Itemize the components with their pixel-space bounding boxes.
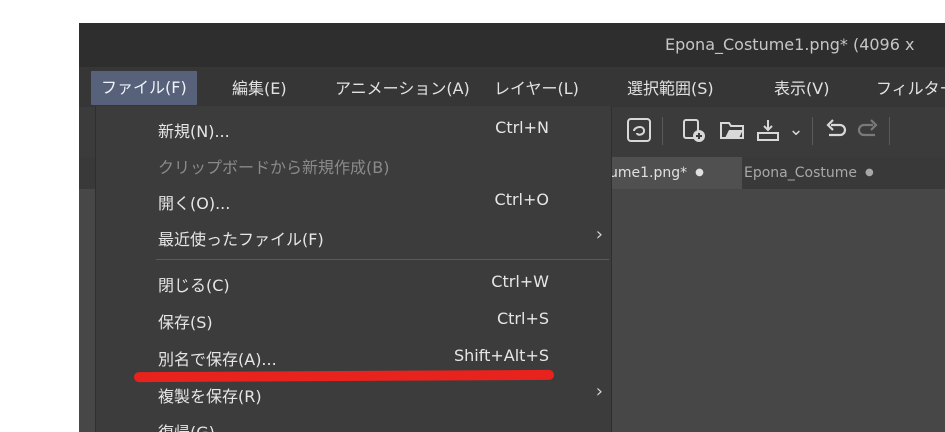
tab-label: ume1.png* xyxy=(609,165,688,181)
toolbar-divider xyxy=(889,117,890,145)
export-icon[interactable] xyxy=(755,117,781,143)
toolbar-divider xyxy=(662,117,663,145)
menu-item-label: クリップボードから新規作成(B) xyxy=(158,158,390,177)
menu-bar: ファイル(F) 編集(E) アニメーション(A) レイヤー(L) 選択範囲(S)… xyxy=(79,67,945,107)
menu-item-recent-files[interactable]: 最近使ったファイル(F) › xyxy=(96,219,611,255)
redo-icon[interactable] xyxy=(855,117,881,143)
menu-item-label: 保存(S) xyxy=(158,313,213,332)
menu-item-label: 復帰(G) xyxy=(158,419,215,432)
submenu-arrow-icon: › xyxy=(595,224,603,245)
menu-item-label: 閉じる(C) xyxy=(158,276,230,295)
menu-item-label: 複製を保存(R) xyxy=(158,387,262,406)
lasso-icon[interactable] xyxy=(626,117,652,143)
menu-layer[interactable]: レイヤー(L) xyxy=(494,75,579,103)
window-title: Epona_Costume1.png* (4096 x xyxy=(665,35,915,54)
menu-item-shortcut: Ctrl+S xyxy=(496,309,549,328)
open-folder-icon[interactable] xyxy=(719,117,745,143)
menu-item-save[interactable]: 保存(S) Ctrl+S xyxy=(96,302,611,338)
menu-item-shortcut: Ctrl+N xyxy=(495,118,549,137)
modified-dot: ● xyxy=(865,167,874,178)
menu-item-close[interactable]: 閉じる(C) Ctrl+W xyxy=(96,265,611,301)
menu-select[interactable]: 選択範囲(S) xyxy=(627,75,714,103)
tab-epona-costume[interactable]: Epona_Costume ● xyxy=(734,157,904,189)
title-bar: Epona_Costume1.png* (4096 x xyxy=(79,23,945,67)
menu-item-shortcut: Ctrl+W xyxy=(491,272,549,291)
menu-item-new-from-clipboard: クリップボードから新規作成(B) xyxy=(96,147,611,183)
new-layer-icon[interactable] xyxy=(681,117,707,143)
menu-item-new[interactable]: 新規(N)... Ctrl+N xyxy=(96,111,611,147)
menu-animation[interactable]: アニメーション(A) xyxy=(335,75,470,103)
menu-item-shortcut: Ctrl+O xyxy=(494,190,549,209)
menu-separator xyxy=(156,259,609,260)
tab-epona-costume1[interactable]: ume1.png* ● xyxy=(599,157,742,189)
menu-item-label: 開く(O)... xyxy=(158,194,231,213)
menu-item-open[interactable]: 開く(O)... Ctrl+O xyxy=(96,183,611,219)
menu-item-label: 新規(N)... xyxy=(158,122,230,141)
tab-label: Epona_Costume xyxy=(744,165,857,181)
menu-view[interactable]: 表示(V) xyxy=(774,75,829,103)
menu-item-label: 最近使ったファイル(F) xyxy=(158,230,324,249)
toolbar-divider xyxy=(812,117,813,145)
menu-file[interactable]: ファイル(F) xyxy=(91,71,197,105)
menu-filter[interactable]: フィルター xyxy=(876,75,945,103)
chevron-down-icon[interactable]: ⌄ xyxy=(783,117,809,143)
menu-item-shortcut: Shift+Alt+S xyxy=(454,346,549,365)
menu-item-revert[interactable]: 復帰(G) xyxy=(96,412,611,432)
menu-item-label: 別名で保存(A)... xyxy=(158,350,277,369)
submenu-arrow-icon: › xyxy=(595,381,603,402)
file-menu-dropdown: 新規(N)... Ctrl+N クリップボードから新規作成(B) 開く(O)..… xyxy=(95,106,612,432)
modified-dot: ● xyxy=(695,167,704,178)
undo-icon[interactable] xyxy=(823,117,849,143)
menu-edit[interactable]: 編集(E) xyxy=(232,75,287,103)
